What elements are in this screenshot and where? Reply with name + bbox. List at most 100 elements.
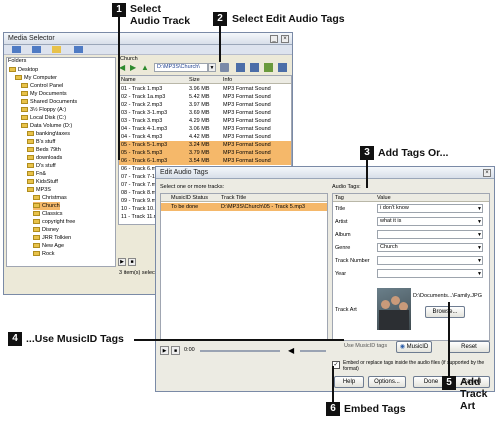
edit-audio-tags-icon[interactable]	[220, 63, 229, 72]
callout-4-text: ...Use MusicID Tags	[26, 333, 124, 345]
tag-value-input[interactable]: Church	[377, 243, 483, 252]
folder-tree-item[interactable]: My Documents	[21, 90, 67, 98]
tag-dropdown-icon[interactable]: ▼	[477, 231, 483, 239]
tag-value-input[interactable]	[377, 256, 483, 265]
callout-1-leader	[118, 17, 120, 160]
column-info[interactable]: Info	[223, 76, 291, 84]
folder-label: New Age	[42, 243, 65, 249]
tag-dropdown-icon[interactable]: ▼	[477, 270, 483, 278]
dialog-stop-icon[interactable]: ■	[171, 346, 180, 355]
minimize-icon[interactable]: _	[270, 35, 278, 43]
playlist-icon[interactable]	[236, 63, 245, 72]
file-name: 06 - Track 6-1.mp3	[121, 158, 168, 164]
options-button[interactable]: Options...	[368, 376, 406, 388]
file-row[interactable]: 01 - Track 1.mp3 3.96 MB MP3 Format Sound	[119, 85, 291, 93]
tag-row: Genre Church ▼	[333, 242, 489, 254]
reset-button[interactable]: Reset	[448, 341, 490, 353]
open-folder-icon[interactable]	[52, 46, 61, 53]
folder-tree-item[interactable]: B's stuff	[27, 138, 55, 146]
more-icon[interactable]	[278, 63, 287, 72]
column-track-title[interactable]: Track Title	[221, 194, 321, 202]
folder-view-icon[interactable]	[12, 46, 21, 53]
folder-tree-item[interactable]: KidsStuff	[27, 178, 58, 186]
folder-tree-item[interactable]: copyright free	[33, 218, 75, 226]
tag-value-input[interactable]: what it is	[377, 217, 483, 226]
track-row[interactable]: To be done D:\MP3S\Church\05 - Track 5.m…	[161, 203, 327, 211]
stop-icon[interactable]: ■	[128, 258, 136, 266]
folder-tree-item[interactable]: JRR Tolkien	[33, 234, 71, 242]
gallery-icon[interactable]	[74, 46, 83, 53]
file-view-icon[interactable]	[32, 46, 41, 53]
folder-tree-item[interactable]: MP3S	[27, 186, 51, 194]
dialog-titlebar: Edit Audio Tags ×	[156, 167, 494, 179]
tag-value-input[interactable]	[377, 230, 483, 239]
folder-tree-item[interactable]: Classics	[33, 210, 62, 218]
folder-tree-item[interactable]: Rock	[33, 250, 55, 258]
callout-2-leader	[219, 26, 221, 62]
seek-slider[interactable]	[200, 350, 280, 352]
folder-tree-item[interactable]: Fn&	[27, 170, 46, 178]
browse-button[interactable]: Browse...	[425, 306, 465, 318]
folder-tree-item[interactable]: Christmas	[33, 194, 67, 202]
folder-tree-item[interactable]: banking\taxes	[27, 130, 70, 138]
file-row[interactable]: 02 - Track 2.mp3 3.97 MB MP3 Format Sound	[119, 101, 291, 109]
file-info: MP3 Format Sound	[223, 126, 271, 132]
file-row[interactable]: 03 - Track 3.mp3 4.29 MB MP3 Format Sound	[119, 117, 291, 125]
folder-tree-item[interactable]: Desktop	[9, 66, 38, 74]
column-size[interactable]: Size	[189, 76, 219, 84]
file-row[interactable]: 05 - Track 5-1.mp3 3.24 MB MP3 Format Soun…	[119, 141, 291, 149]
folder-tree-item[interactable]: D's stuff	[27, 162, 56, 170]
callout-3-leader	[366, 160, 368, 188]
folder-icon	[27, 155, 34, 161]
up-folder-icon[interactable]: ▲	[141, 64, 149, 72]
tag-dropdown-icon[interactable]: ▼	[477, 205, 483, 213]
play-icon[interactable]: ▶	[118, 258, 126, 266]
dialog-title: Edit Audio Tags	[160, 169, 209, 176]
dialog-play-icon[interactable]: ▶	[160, 346, 169, 355]
file-row[interactable]: 03 - Track 3-1.mp3 3.69 MB MP3 Format Soun…	[119, 109, 291, 117]
path-dropdown-icon[interactable]: ▼	[208, 63, 216, 72]
folder-tree-item[interactable]: Shared Documents	[21, 98, 77, 106]
path-input[interactable]: D:\MP3S\Church\	[154, 63, 208, 72]
file-row[interactable]: 04 - Track 4.mp3 4.42 MB MP3 Format Sound	[119, 133, 291, 141]
file-row[interactable]: 02 - Track 1a.mp3 5.42 MB MP3 Format Sound	[119, 93, 291, 101]
folder-icon	[21, 83, 28, 89]
folder-tree-item[interactable]: 3½ Floppy (A:)	[21, 106, 66, 114]
folder-tree-item[interactable]: New Age	[33, 242, 64, 250]
column-name[interactable]: Name	[121, 76, 187, 84]
tag-dropdown-icon[interactable]: ▼	[477, 257, 483, 265]
tags-table: Tag Value Title i don't know ▼ Artist what i…	[332, 193, 490, 341]
tag-dropdown-icon[interactable]: ▼	[477, 218, 483, 226]
file-size: 3.06 MB	[189, 126, 210, 132]
folder-tree-item[interactable]: Beds 79th	[27, 146, 61, 154]
folder-label: Beds 79th	[36, 147, 61, 153]
volume-slider[interactable]	[300, 350, 326, 352]
folder-tree-item[interactable]: Control Panel	[21, 82, 63, 90]
folder-label: My Documents	[30, 91, 67, 97]
dialog-close-icon[interactable]: ×	[483, 169, 491, 177]
file-row[interactable]: 05 - Track 5.mp3 3.79 MB MP3 Format Sound	[119, 149, 291, 157]
sort-icon[interactable]	[264, 63, 273, 72]
musicid-button-label: MusicID	[406, 344, 429, 350]
forward-arrow-icon[interactable]: ▶	[130, 64, 136, 72]
view-icon[interactable]	[250, 63, 259, 72]
folder-tree-item[interactable]: Data Volume (D:)	[21, 122, 72, 130]
folder-tree-item[interactable]: Local Disk (C:)	[21, 114, 66, 122]
close-icon[interactable]: ×	[281, 35, 289, 43]
audio-tags-heading: Audio Tags:	[332, 184, 361, 190]
folder-tree-item[interactable]: Church	[33, 202, 60, 210]
file-row[interactable]: 04 - Track 4-1.mp3 3.06 MB MP3 Format Soun…	[119, 125, 291, 133]
callout-1-text: Select Audio Track	[130, 3, 191, 27]
column-musicid-status[interactable]: MusicID Status	[171, 194, 217, 202]
tag-dropdown-icon[interactable]: ▼	[477, 244, 483, 252]
musicid-button[interactable]: ◉ MusicID	[396, 341, 432, 353]
folder-tree-item[interactable]: Disney	[33, 226, 59, 234]
folder-tree-item[interactable]: My Computer	[15, 74, 57, 82]
help-button[interactable]: Help	[334, 376, 364, 388]
folder-label: My Computer	[24, 75, 58, 81]
file-name: 05 - Track 5-1.mp3	[121, 142, 168, 148]
tag-value-input[interactable]: i don't know	[377, 204, 483, 213]
file-row[interactable]: 06 - Track 6-1.mp3 3.54 MB MP3 Format Soun…	[119, 157, 291, 165]
tag-value-input[interactable]	[377, 269, 483, 278]
folder-tree-item[interactable]: downloads	[27, 154, 62, 162]
